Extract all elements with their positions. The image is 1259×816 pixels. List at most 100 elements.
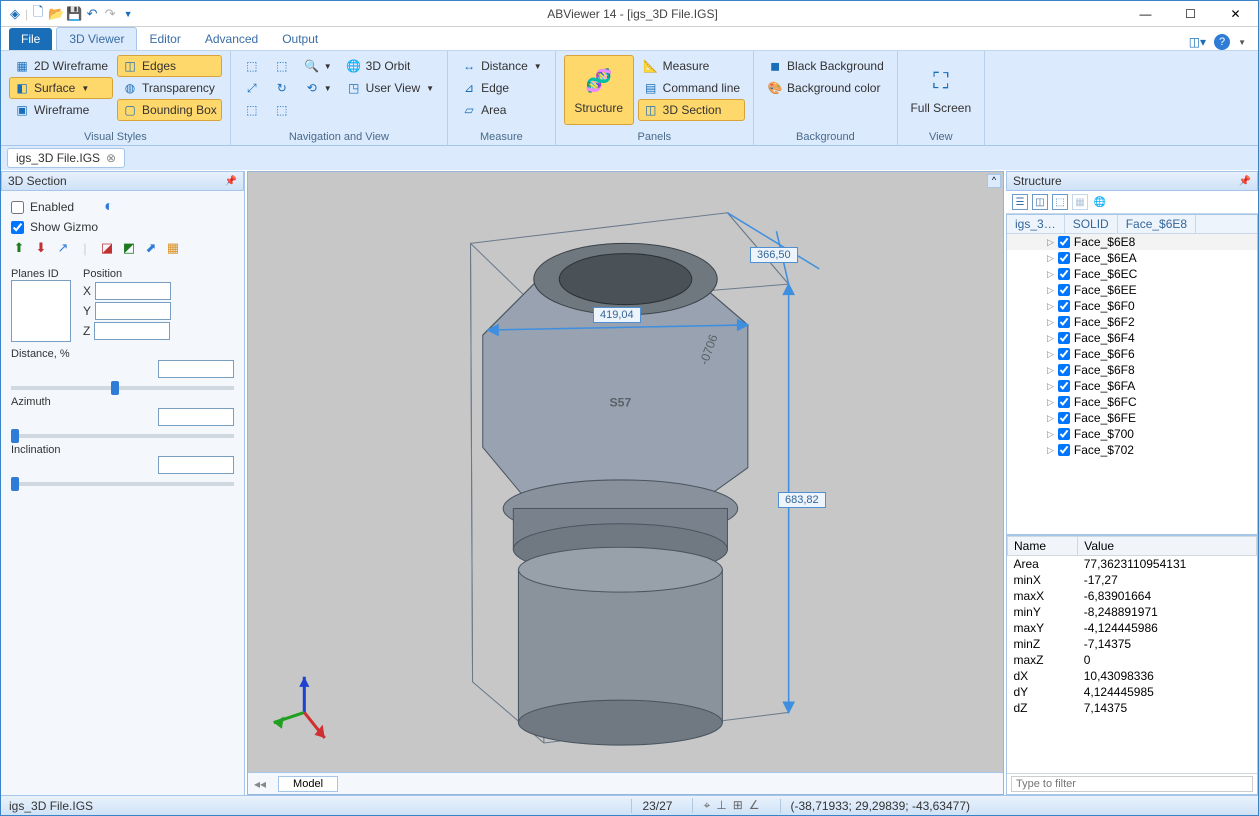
tab-file[interactable]: File (9, 28, 52, 50)
qat-dropdown-icon[interactable]: ▼ (120, 6, 136, 22)
surface-button[interactable]: ◧Surface▼ (9, 77, 113, 99)
azimuth-input[interactable] (158, 408, 234, 426)
prop-col-name[interactable]: Name (1008, 537, 1078, 556)
nav-icon3[interactable]: ⬚ (239, 99, 265, 121)
tree-node[interactable]: ▷ Face_$702 (1007, 442, 1257, 458)
nav-icon1[interactable]: ⬚ (239, 55, 265, 77)
edges-button[interactable]: ◫Edges (117, 55, 222, 77)
nav-icon6[interactable]: ⬚ (269, 99, 295, 121)
inclination-slider[interactable] (11, 482, 234, 486)
y-input[interactable] (95, 302, 171, 320)
edge-measure-button[interactable]: ⊿Edge (456, 77, 547, 99)
tree-node[interactable]: ▷ Face_$6F0 (1007, 298, 1257, 314)
tab-editor[interactable]: Editor (137, 28, 192, 50)
tree-node[interactable]: ▷ Face_$6EC (1007, 266, 1257, 282)
nav-icon4[interactable]: ⬚ (269, 55, 295, 77)
distance-slider[interactable] (11, 386, 234, 390)
show-gizmo-checkbox[interactable]: Show Gizmo (11, 220, 234, 234)
fullscreen-button[interactable]: ⛶Full Screen (906, 55, 976, 125)
undo-icon[interactable]: ↶ (84, 6, 100, 22)
tree-node[interactable]: ▷ Face_$6E8 (1007, 234, 1257, 250)
tree-node[interactable]: ▷ Face_$6F4 (1007, 330, 1257, 346)
tree-tool-4[interactable]: ▦ (1072, 194, 1088, 210)
tree-node[interactable]: ▷ Face_$6EE (1007, 282, 1257, 298)
planes-id-list[interactable] (11, 280, 71, 342)
maximize-button[interactable]: ☐ (1168, 1, 1213, 27)
tree-tool-3[interactable]: ⬚ (1052, 194, 1068, 210)
3d-section-button[interactable]: ◫3D Section (638, 99, 745, 121)
nav-icon2[interactable]: ⤢ (239, 77, 265, 99)
new-icon[interactable]: 🗋 (30, 6, 46, 22)
tree-node[interactable]: ▷ Face_$6FE (1007, 410, 1257, 426)
tree-node[interactable]: ▷ Face_$6EA (1007, 250, 1257, 266)
plane-tool-5[interactable]: ◩ (121, 240, 137, 256)
tree-tool-2[interactable]: ◫ (1032, 194, 1048, 210)
plane-tool-4[interactable]: ◪ (99, 240, 115, 256)
tab-3d-viewer[interactable]: 3D Viewer (56, 27, 137, 50)
wireframe-button[interactable]: ▣Wireframe (9, 99, 113, 121)
tree-node[interactable]: ▷ Face_$6F8 (1007, 362, 1257, 378)
close-button[interactable]: ✕ (1213, 1, 1258, 27)
bg-color-button[interactable]: 🎨Background color (762, 77, 889, 99)
property-row: minZ-7,14375 (1008, 636, 1257, 652)
azimuth-slider[interactable] (11, 434, 234, 438)
3d-orbit-button[interactable]: 🌐3D Orbit (341, 55, 439, 77)
plane-tool-1[interactable]: ⬆ (11, 240, 27, 256)
rotate-button[interactable]: ⟲▼ (299, 77, 337, 99)
document-tab[interactable]: igs_3D File.IGS ⊗ (7, 148, 125, 168)
structure-panel-button[interactable]: 🧬Structure (564, 55, 634, 125)
help-icon[interactable]: ? (1214, 34, 1230, 50)
enabled-checkbox[interactable]: Enabled (11, 200, 74, 214)
tree-tool-1[interactable]: ☰ (1012, 194, 1028, 210)
plane-tool-6[interactable]: ⬈ (143, 240, 159, 256)
plane-tool-7[interactable]: ▦ (165, 240, 181, 256)
bounding-box-button[interactable]: ▢Bounding Box (117, 99, 222, 121)
redo-icon[interactable]: ↷ (102, 6, 118, 22)
breadcrumb[interactable]: igs_3…SOLIDFace_$6E8 (1007, 215, 1257, 234)
2d-wireframe-button[interactable]: ▦2D Wireframe (9, 55, 113, 77)
tab-advanced[interactable]: Advanced (193, 28, 270, 50)
structure-tree[interactable]: igs_3…SOLIDFace_$6E8 ▷ Face_$6E8▷ Face_$… (1006, 214, 1258, 535)
minimize-button[interactable]: — (1123, 1, 1168, 27)
style-icon[interactable]: ◫▾ (1189, 35, 1206, 49)
prop-col-value[interactable]: Value (1078, 537, 1257, 556)
open-icon[interactable]: 📂 (48, 6, 64, 22)
expand-up-icon[interactable]: ^ (987, 174, 1001, 188)
measure-panel-button[interactable]: 📐Measure (638, 55, 745, 77)
help-dropdown[interactable]: ▼ (1238, 38, 1246, 47)
user-view-button[interactable]: ◳User View▼ (341, 77, 439, 99)
close-tab-icon[interactable]: ⊗ (106, 151, 116, 165)
model-tab[interactable]: Model (278, 776, 338, 792)
transparency-button[interactable]: ◍Transparency (117, 77, 222, 99)
save-icon[interactable]: 💾 (66, 6, 82, 22)
nav-icon5[interactable]: ↻ (269, 77, 295, 99)
tree-node[interactable]: ▷ Face_$700 (1007, 426, 1257, 442)
zoom-button[interactable]: 🔍▼ (299, 55, 337, 77)
pin-icon[interactable]: 📌 (1239, 176, 1251, 187)
tree-node[interactable]: ▷ Face_$6F2 (1007, 314, 1257, 330)
status-snap-icons[interactable]: ⌖⊥⊞∠ (692, 798, 759, 813)
tree-node[interactable]: ▷ Face_$6F6 (1007, 346, 1257, 362)
tree-node[interactable]: ▷ Face_$6FA (1007, 378, 1257, 394)
distance-button[interactable]: ↔Distance▼ (456, 55, 547, 77)
tree-node[interactable]: ▷ Face_$6FC (1007, 394, 1257, 410)
x-input[interactable] (95, 282, 171, 300)
tab-output[interactable]: Output (270, 28, 330, 50)
inclination-input[interactable] (158, 456, 234, 474)
filter-input[interactable] (1011, 776, 1253, 792)
3d-viewport[interactable]: S57 -0706 (247, 171, 1004, 795)
z-input[interactable] (94, 322, 170, 340)
black-bg-button[interactable]: ◼Black Background (762, 55, 889, 77)
tab-nav-left[interactable]: ◂◂ (248, 777, 272, 791)
distance-input[interactable] (158, 360, 234, 378)
titlebar: ◈ | 🗋 📂 💾 ↶ ↷ ▼ ABViewer 14 - [igs_3D Fi… (1, 1, 1258, 27)
ribbon-tabs: File 3D Viewer Editor Advanced Output ◫▾… (1, 27, 1258, 51)
plane-tool-2[interactable]: ⬇ (33, 240, 49, 256)
area-button[interactable]: ▱Area (456, 99, 547, 121)
plane-tool-3[interactable]: ↗ (55, 240, 71, 256)
command-line-button[interactable]: ▤Command line (638, 77, 745, 99)
slice-icon[interactable]: ◐ (104, 198, 114, 216)
tree-tool-5[interactable]: 🌐 (1092, 194, 1108, 210)
property-row: maxY-4,124445986 (1008, 620, 1257, 636)
pin-icon[interactable]: 📌 (225, 176, 237, 187)
